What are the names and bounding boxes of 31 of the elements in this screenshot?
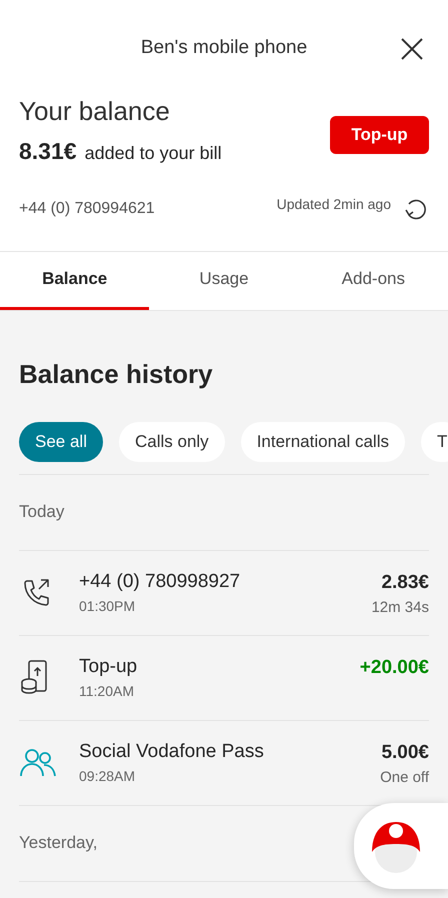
- filter-chip[interactable]: See all: [19, 422, 103, 462]
- transaction-detail: One off: [380, 768, 429, 788]
- chatbot-button[interactable]: [354, 803, 448, 889]
- filter-chip[interactable]: T: [421, 422, 448, 462]
- balance-note: added to your bill: [84, 142, 222, 165]
- transaction-detail: 12m 34s: [371, 598, 429, 618]
- close-icon[interactable]: [400, 37, 424, 61]
- tab[interactable]: Balance: [0, 252, 150, 310]
- transaction-amount: 2.83€: [381, 570, 429, 594]
- balance-amount: 8.31€: [19, 137, 77, 166]
- phone-number: +44 (0) 780994621: [19, 198, 155, 218]
- window-title: Ben's mobile phone: [140, 36, 308, 60]
- section-title: Balance history: [19, 358, 214, 390]
- top-up-button[interactable]: Top-up: [330, 116, 429, 154]
- transaction-amount: 5.00€: [381, 740, 429, 764]
- date-label: Yesterday,: [19, 832, 98, 854]
- people-icon: [19, 746, 57, 778]
- transaction-name: +44 (0) 780998927: [79, 570, 242, 594]
- transaction-name: Social Vodafone Pass: [79, 740, 265, 764]
- filter-chip[interactable]: International calls: [240, 422, 405, 462]
- transaction-name: Top-up: [79, 654, 138, 679]
- transaction-time: 01:30PM: [79, 597, 136, 616]
- filter-chip[interactable]: Calls only: [118, 422, 225, 462]
- tab[interactable]: Add-ons: [298, 252, 448, 310]
- updated-time: Updated 2min ago: [276, 195, 391, 214]
- balance-heading: Your balance: [19, 96, 171, 126]
- date-label: Today: [19, 501, 64, 524]
- tab[interactable]: Usage: [149, 252, 299, 310]
- transaction-time: 11:20AM: [79, 682, 135, 702]
- transaction-amount: +20.00€: [360, 656, 429, 680]
- transaction-time: 09:28AM: [79, 767, 136, 786]
